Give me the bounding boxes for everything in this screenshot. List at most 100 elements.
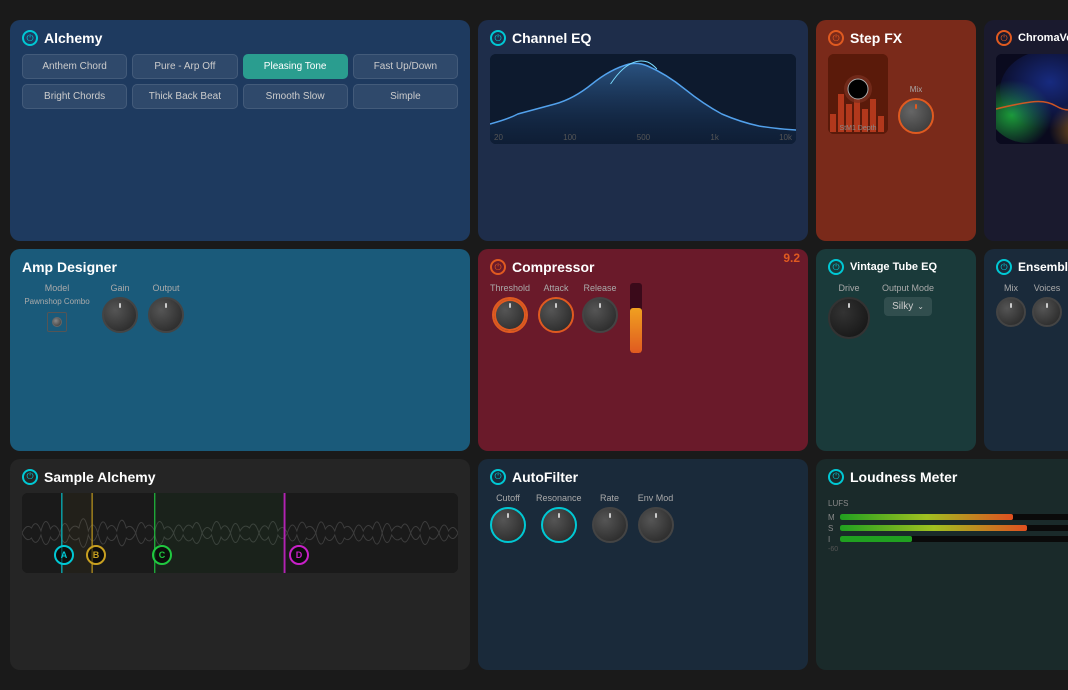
comp-knob-row: Threshold Attack Release <box>490 283 796 353</box>
marker-b[interactable]: B <box>86 545 106 565</box>
ensemble-power-btn[interactable]: ⏻ <box>996 259 1012 275</box>
sample-alchemy-waveform[interactable]: A B C D <box>22 493 458 573</box>
amp-model-group: Model Pawnshop Combo <box>22 283 92 332</box>
preset-pleasing-tone[interactable]: Pleasing Tone <box>243 54 348 79</box>
preset-bright-chords[interactable]: Bright Chords <box>22 84 127 109</box>
amp-gain-group: Gain <box>102 283 138 333</box>
loudness-lufs-display: LUFS M S I -60 12 <box>828 493 1068 553</box>
alchemy-preset-grid: Anthem Chord Pure - Arp Off Pleasing Ton… <box>22 54 458 109</box>
step-mix-label: Mix <box>910 85 922 94</box>
step-mix-knob[interactable] <box>898 98 934 134</box>
loudness-m-row: M <box>828 513 1068 522</box>
marker-a[interactable]: A <box>54 545 74 565</box>
amp-model-label: Model <box>45 283 70 293</box>
ensemble-mix-group: Mix <box>996 283 1026 327</box>
comp-header: ⏻ Compressor 9.2 <box>490 259 796 275</box>
vintage-drive-knob[interactable] <box>828 297 870 339</box>
autofilter-resonance-group: Resonance <box>536 493 582 543</box>
autofilter-resonance-knob[interactable] <box>541 507 577 543</box>
loudness-lufs-label: LUFS <box>828 499 848 508</box>
vintage-eq-header: ⏻ Vintage Tube EQ <box>828 259 964 275</box>
loudness-m-fill <box>840 514 1013 520</box>
step-fx-header: ⏻ Step FX <box>828 30 964 46</box>
step-mix-group: Mix <box>898 85 934 134</box>
comp-threshold-knob[interactable] <box>492 297 528 333</box>
channel-eq-power-btn[interactable]: ⏻ <box>490 30 506 46</box>
autofilter-title: AutoFilter <box>512 469 578 485</box>
amp-output-knob[interactable] <box>148 297 184 333</box>
sample-alchemy-header: ⏻ Sample Alchemy <box>22 469 458 485</box>
step-fx-plugin: ⏻ Step FX StM1 Dept <box>816 20 976 241</box>
autofilter-envmod-group: Env Mod <box>638 493 674 543</box>
autofilter-cutoff-knob[interactable] <box>490 507 526 543</box>
autofilter-cutoff-group: Cutoff <box>490 493 526 543</box>
loudness-header: ⏻ Loudness Meter <box>828 469 1068 485</box>
autofilter-power-btn[interactable]: ⏻ <box>490 469 506 485</box>
autofilter-plugin: ⏻ AutoFilter Cutoff Resonance Rate Env M… <box>478 459 808 670</box>
step-fx-power-btn[interactable]: ⏻ <box>828 30 844 46</box>
autofilter-cutoff-label: Cutoff <box>496 493 520 503</box>
amp-model-value: Pawnshop Combo <box>22 297 92 306</box>
eq-label-500: 500 <box>637 133 650 142</box>
chroma-header: ⏻ ChromaVerb <box>996 30 1068 46</box>
loudness-i-label: I <box>828 535 836 544</box>
eq-label-20: 20 <box>494 133 503 142</box>
comp-value: 9.2 <box>783 251 800 265</box>
sample-alchemy-power-btn[interactable]: ⏻ <box>22 469 38 485</box>
chroma-power-btn[interactable]: ⏻ <box>996 30 1012 46</box>
amp-model-indicator <box>47 312 67 332</box>
amp-designer-plugin: Amp Designer Model Pawnshop Combo Gain O… <box>10 249 470 450</box>
alchemy-power-btn[interactable]: ⏻ <box>22 30 38 46</box>
preset-smooth-slow[interactable]: Smooth Slow <box>243 84 348 109</box>
vintage-eq-plugin: ⏻ Vintage Tube EQ Drive Output Mode Silk… <box>816 249 976 450</box>
loudness-title: Loudness Meter <box>850 469 957 485</box>
ensemble-mix-knob[interactable] <box>996 297 1026 327</box>
eq-label-10k: 10k <box>779 133 792 142</box>
comp-title: Compressor <box>512 259 594 275</box>
comp-release-knob[interactable] <box>582 297 618 333</box>
autofilter-envmod-label: Env Mod <box>638 493 674 503</box>
vintage-drive-group: Drive <box>828 283 870 339</box>
workspace: ⏻ Alchemy Anthem Chord Pure - Arp Off Pl… <box>0 0 1068 690</box>
autofilter-rate-group: Rate <box>592 493 628 543</box>
loudness-i-row: I <box>828 535 1068 544</box>
channel-eq-header: ⏻ Channel EQ <box>490 30 796 46</box>
amp-header: Amp Designer <box>22 259 458 275</box>
loudness-scale-min: -60 <box>828 546 838 553</box>
vintage-eq-power-btn[interactable]: ⏻ <box>828 259 844 275</box>
channel-eq-display[interactable]: 20 100 500 1k 10k <box>490 54 796 144</box>
autofilter-resonance-label: Resonance <box>536 493 582 503</box>
autofilter-envmod-knob[interactable] <box>638 507 674 543</box>
loudness-s-label: S <box>828 524 836 533</box>
comp-threshold-group: Threshold <box>490 283 530 333</box>
comp-power-btn[interactable]: ⏻ <box>490 259 506 275</box>
marker-d[interactable]: D <box>289 545 309 565</box>
preset-simple[interactable]: Simple <box>353 84 458 109</box>
loudness-m-track <box>840 514 1068 520</box>
preset-thick-beat[interactable]: Thick Back Beat <box>132 84 237 109</box>
ensemble-plugin: ⏻ Ensemble Mix Voices Phase Spread <box>984 249 1068 450</box>
channel-eq-title: Channel EQ <box>512 30 591 46</box>
ensemble-header: ⏻ Ensemble <box>996 259 1068 275</box>
ensemble-knob-row: Mix Voices Phase Spread <box>996 283 1068 327</box>
ensemble-title: Ensemble <box>1018 260 1068 274</box>
autofilter-knob-row: Cutoff Resonance Rate Env Mod <box>490 493 796 543</box>
preset-fast-updown[interactable]: Fast Up/Down <box>353 54 458 79</box>
autofilter-rate-knob[interactable] <box>592 507 628 543</box>
comp-attack-knob[interactable] <box>538 297 574 333</box>
vintage-mode-display[interactable]: Silky ⌄ <box>884 297 932 316</box>
marker-c[interactable]: C <box>152 545 172 565</box>
amp-gain-label: Gain <box>110 283 129 293</box>
loudness-power-btn[interactable]: ⏻ <box>828 469 844 485</box>
ensemble-voices-group: Voices <box>1032 283 1062 327</box>
amp-gain-knob[interactable] <box>102 297 138 333</box>
chroma-display <box>996 54 1068 144</box>
step-fx-display: StM1 Depth <box>828 54 888 134</box>
amp-model-knob-sm[interactable] <box>52 317 62 327</box>
step-param-label: StM1 Depth <box>828 125 888 132</box>
preset-pure-arp[interactable]: Pure - Arp Off <box>132 54 237 79</box>
chroma-title: ChromaVerb <box>1018 32 1068 44</box>
ensemble-voices-knob[interactable] <box>1032 297 1062 327</box>
loudness-m-label: M <box>828 513 836 522</box>
preset-anthem-chord[interactable]: Anthem Chord <box>22 54 127 79</box>
